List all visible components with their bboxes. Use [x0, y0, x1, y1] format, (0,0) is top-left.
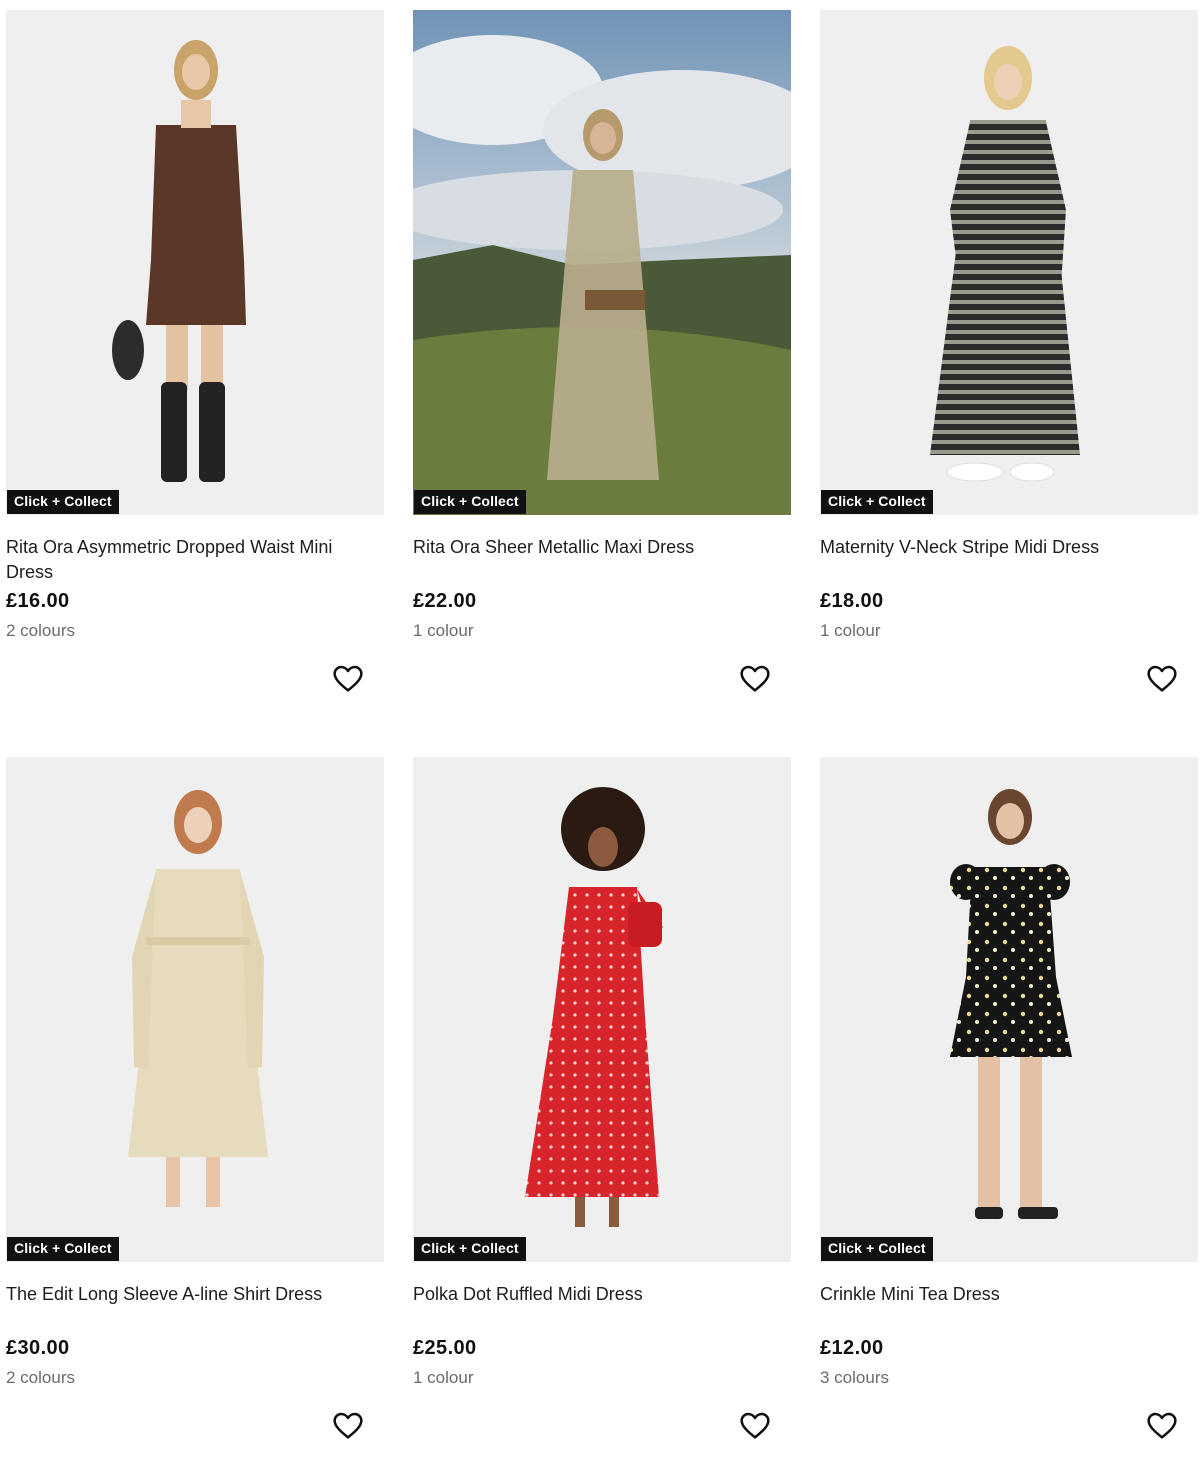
add-to-wishlist-button[interactable]: [332, 1410, 364, 1442]
click-collect-badge: Click + Collect: [7, 1237, 119, 1261]
product-price: £16.00: [6, 590, 70, 612]
colour-count: 1 colour: [413, 1368, 474, 1387]
model-photo-tea-dress: [820, 757, 1198, 1262]
product-price: £25.00: [413, 1337, 477, 1359]
click-collect-badge: Click + Collect: [7, 490, 119, 514]
product-card[interactable]: Click + Collect Polka Dot Ruffled Midi D…: [413, 757, 791, 1457]
product-image[interactable]: Click + Collect: [820, 10, 1198, 515]
heart-outline-icon: [1147, 665, 1177, 692]
click-collect-badge: Click + Collect: [821, 1237, 933, 1261]
product-title[interactable]: Maternity V-Neck Stripe Midi Dress: [820, 535, 1190, 560]
product-title[interactable]: Crinkle Mini Tea Dress: [820, 1282, 1190, 1307]
model-photo-stripe-midi-dress: [820, 10, 1198, 515]
model-photo-brown-mini-dress: [6, 10, 384, 515]
product-image[interactable]: Click + Collect: [413, 757, 791, 1262]
heart-outline-icon: [1147, 1412, 1177, 1439]
colour-count: 3 colours: [820, 1368, 889, 1387]
product-price: £12.00: [820, 1337, 884, 1359]
product-price: £22.00: [413, 590, 477, 612]
product-image[interactable]: Click + Collect: [413, 10, 791, 515]
model-photo-polka-dot-dress: [413, 757, 791, 1262]
product-card[interactable]: Click + Collect The Edit Long Sleeve A-l…: [6, 757, 384, 1457]
heart-outline-icon: [740, 1412, 770, 1439]
click-collect-badge: Click + Collect: [414, 490, 526, 514]
product-card[interactable]: Click + Collect Rita Ora Asymmetric Drop…: [6, 10, 384, 710]
click-collect-badge: Click + Collect: [414, 1237, 526, 1261]
model-photo-shirt-dress: [6, 757, 384, 1262]
product-title[interactable]: Rita Ora Asymmetric Dropped Waist Mini D…: [6, 535, 376, 585]
product-price: £30.00: [6, 1337, 70, 1359]
add-to-wishlist-button[interactable]: [739, 1410, 771, 1442]
product-card[interactable]: Click + Collect Rita Ora Sheer Metallic …: [413, 10, 791, 710]
colour-count: 1 colour: [820, 621, 881, 640]
colour-count: 2 colours: [6, 1368, 75, 1387]
product-title[interactable]: The Edit Long Sleeve A-line Shirt Dress: [6, 1282, 376, 1307]
colour-count: 1 colour: [413, 621, 474, 640]
product-title[interactable]: Rita Ora Sheer Metallic Maxi Dress: [413, 535, 783, 560]
add-to-wishlist-button[interactable]: [1146, 1410, 1178, 1442]
product-card[interactable]: Click + Collect Crinkle Mini Tea Dress £…: [820, 757, 1198, 1457]
model-photo-metallic-maxi-dress: [413, 10, 791, 515]
product-price: £18.00: [820, 590, 884, 612]
add-to-wishlist-button[interactable]: [1146, 663, 1178, 695]
add-to-wishlist-button[interactable]: [739, 663, 771, 695]
product-image[interactable]: Click + Collect: [6, 10, 384, 515]
heart-outline-icon: [333, 1412, 363, 1439]
heart-outline-icon: [333, 665, 363, 692]
product-image[interactable]: Click + Collect: [6, 757, 384, 1262]
heart-outline-icon: [740, 665, 770, 692]
click-collect-badge: Click + Collect: [821, 490, 933, 514]
colour-count: 2 colours: [6, 621, 75, 640]
product-title[interactable]: Polka Dot Ruffled Midi Dress: [413, 1282, 783, 1307]
product-card[interactable]: Click + Collect Maternity V-Neck Stripe …: [820, 10, 1198, 710]
product-image[interactable]: Click + Collect: [820, 757, 1198, 1262]
add-to-wishlist-button[interactable]: [332, 663, 364, 695]
